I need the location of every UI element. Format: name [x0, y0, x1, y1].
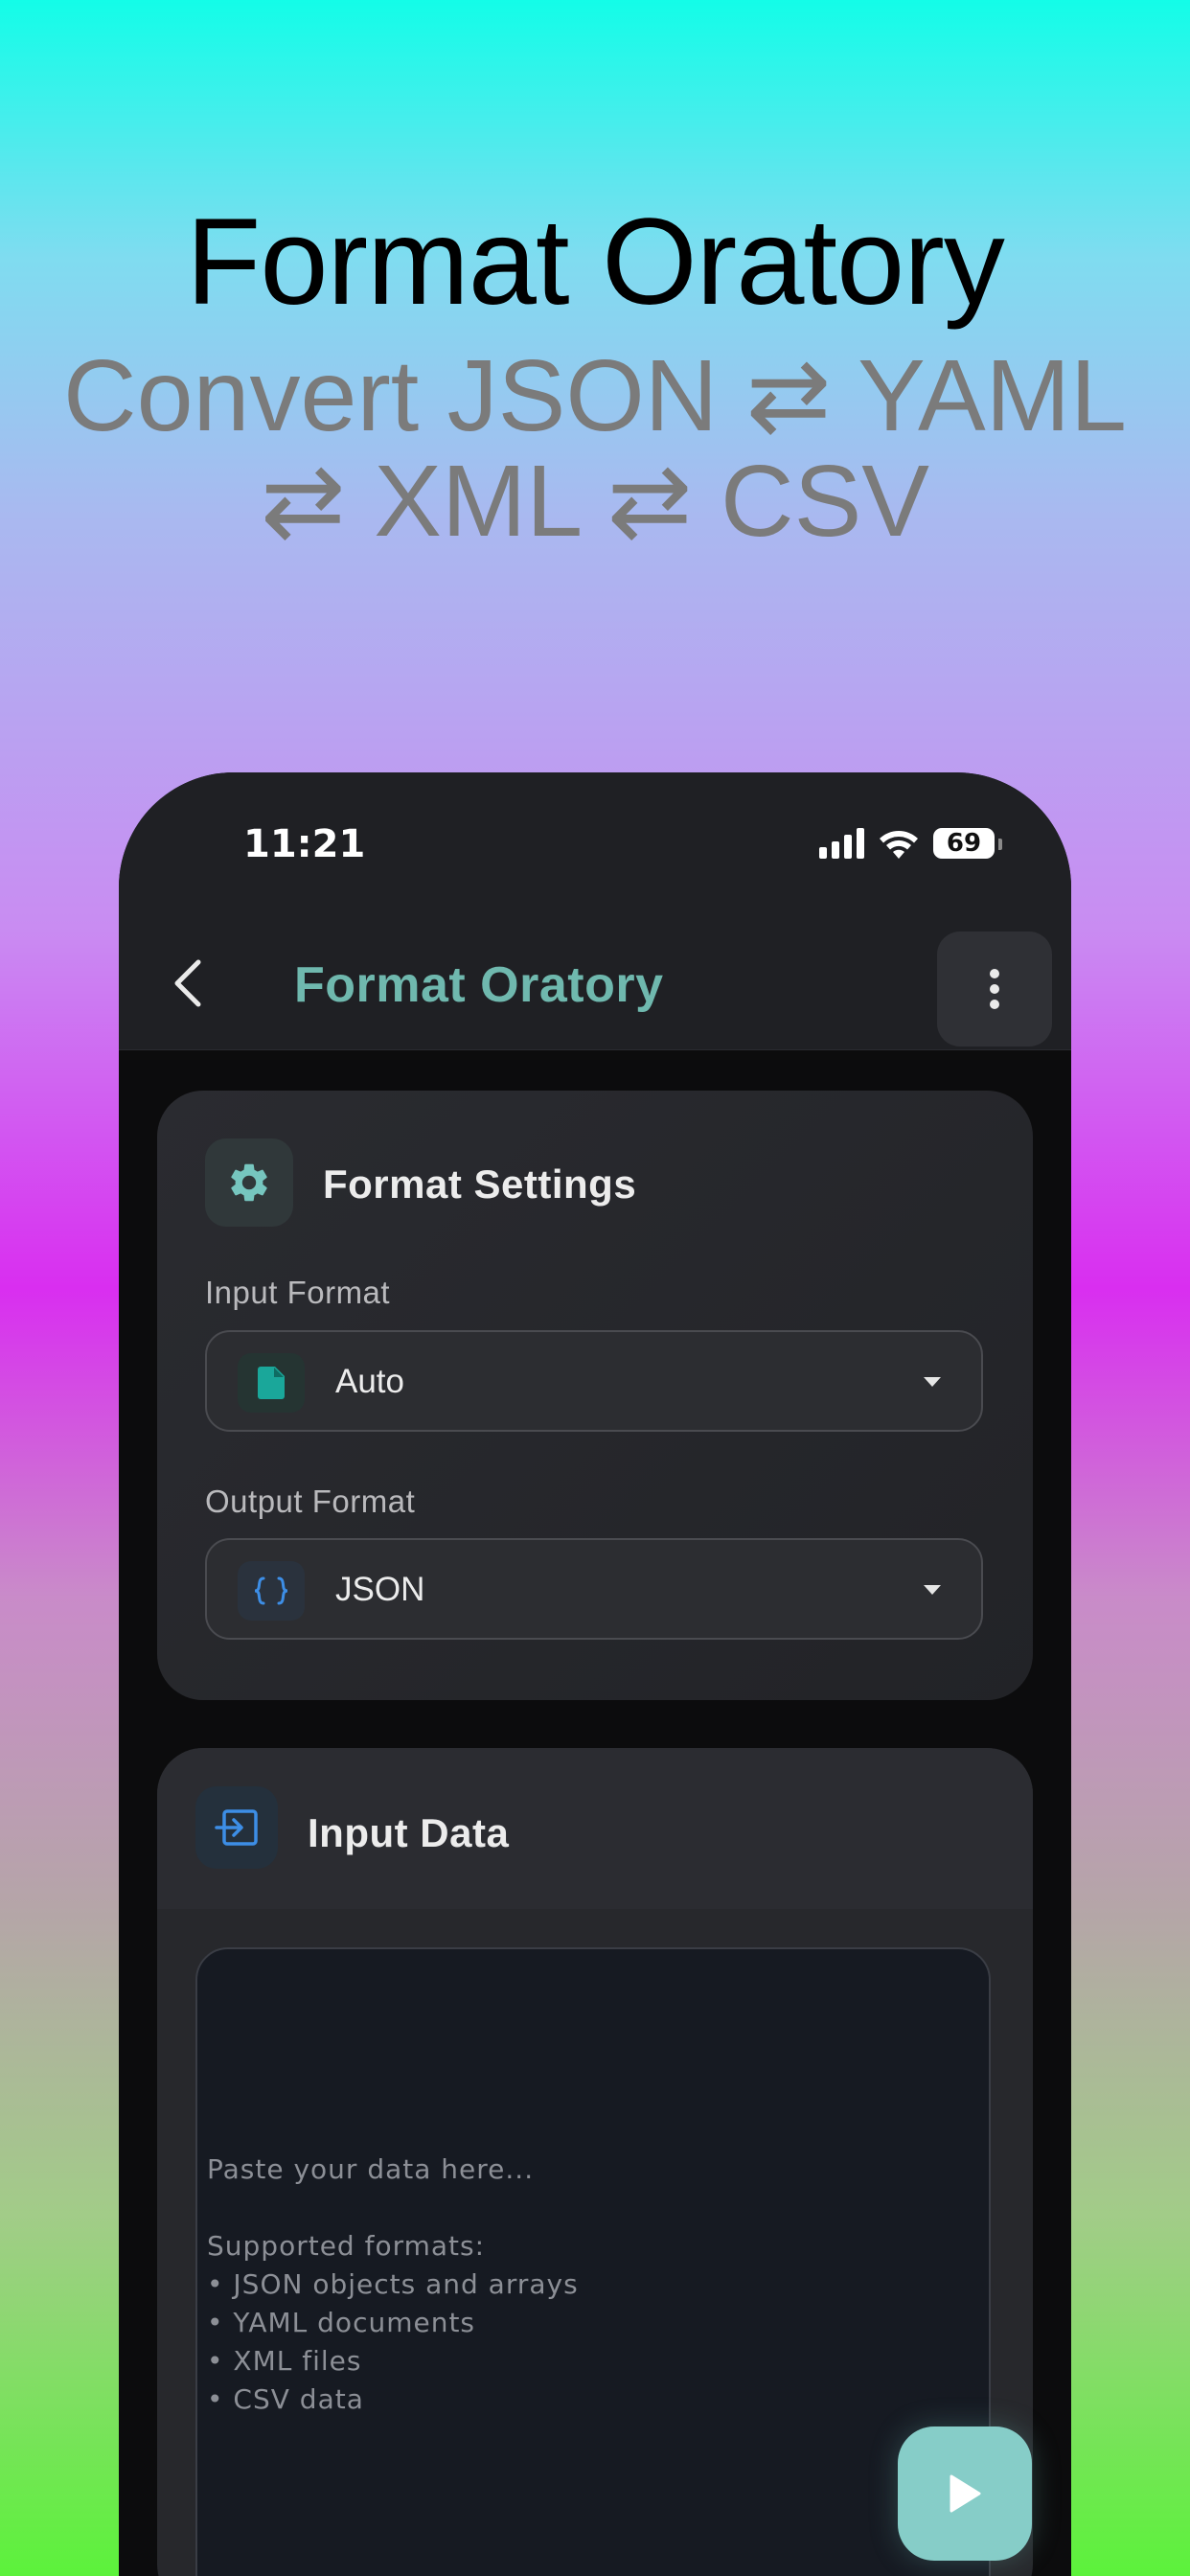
- app-title: Format Oratory: [294, 957, 664, 1013]
- app-bar: Format Oratory: [119, 916, 1071, 1050]
- cellular-signal-icon: [819, 828, 864, 859]
- input-data-title: Input Data: [308, 1810, 510, 1855]
- format-settings-title: Format Settings: [323, 1162, 637, 1207]
- file-icon: [258, 1367, 285, 1399]
- wifi-icon: [880, 831, 918, 859]
- back-button[interactable]: [159, 954, 217, 1012]
- output-format-label: Output Format: [205, 1484, 416, 1519]
- chevron-left-icon: [174, 959, 201, 1007]
- more-vertical-icon: [990, 969, 999, 1009]
- status-time: 11:21: [243, 822, 366, 866]
- braces-icon: [254, 1576, 288, 1605]
- promo-headline: Format Oratory: [186, 194, 1005, 331]
- status-icons: 69: [819, 824, 1002, 862]
- output-format-value: JSON: [335, 1571, 425, 1608]
- input-icon: [215, 1809, 258, 1846]
- input-data-header: [157, 1748, 1033, 1909]
- more-menu-button[interactable]: [937, 932, 1052, 1046]
- gear-icon: [231, 1163, 267, 1202]
- status-bar: 11:21 69: [119, 772, 1071, 916]
- run-convert-button[interactable]: [898, 2426, 1032, 2561]
- format-settings-card: Format Settings Input Format Auto Output…: [157, 1091, 1033, 1700]
- phone-frame: 11:21 69 Format Oratory Format Settings …: [119, 772, 1071, 2576]
- play-icon: [950, 2474, 981, 2513]
- output-format-select[interactable]: JSON: [205, 1538, 983, 1640]
- promo-subline: Convert JSON ⇄ YAML ⇄ XML ⇄ CSV: [63, 339, 1127, 558]
- battery-icon: 69: [933, 828, 1002, 859]
- output-format-icon-badge: [238, 1561, 305, 1621]
- input-data-icon-badge: [195, 1786, 278, 1869]
- settings-icon-badge: [205, 1138, 293, 1227]
- input-format-label: Input Format: [205, 1275, 391, 1310]
- input-format-select[interactable]: Auto: [205, 1330, 983, 1432]
- input-data-textarea[interactable]: Paste your data here... Supported format…: [195, 1947, 991, 2576]
- input-data-placeholder: Paste your data here... Supported format…: [207, 2153, 579, 2415]
- chevron-down-icon: [924, 1585, 941, 1595]
- chevron-down-icon: [924, 1377, 941, 1387]
- input-format-value: Auto: [335, 1363, 404, 1400]
- input-format-icon-badge: [238, 1353, 305, 1413]
